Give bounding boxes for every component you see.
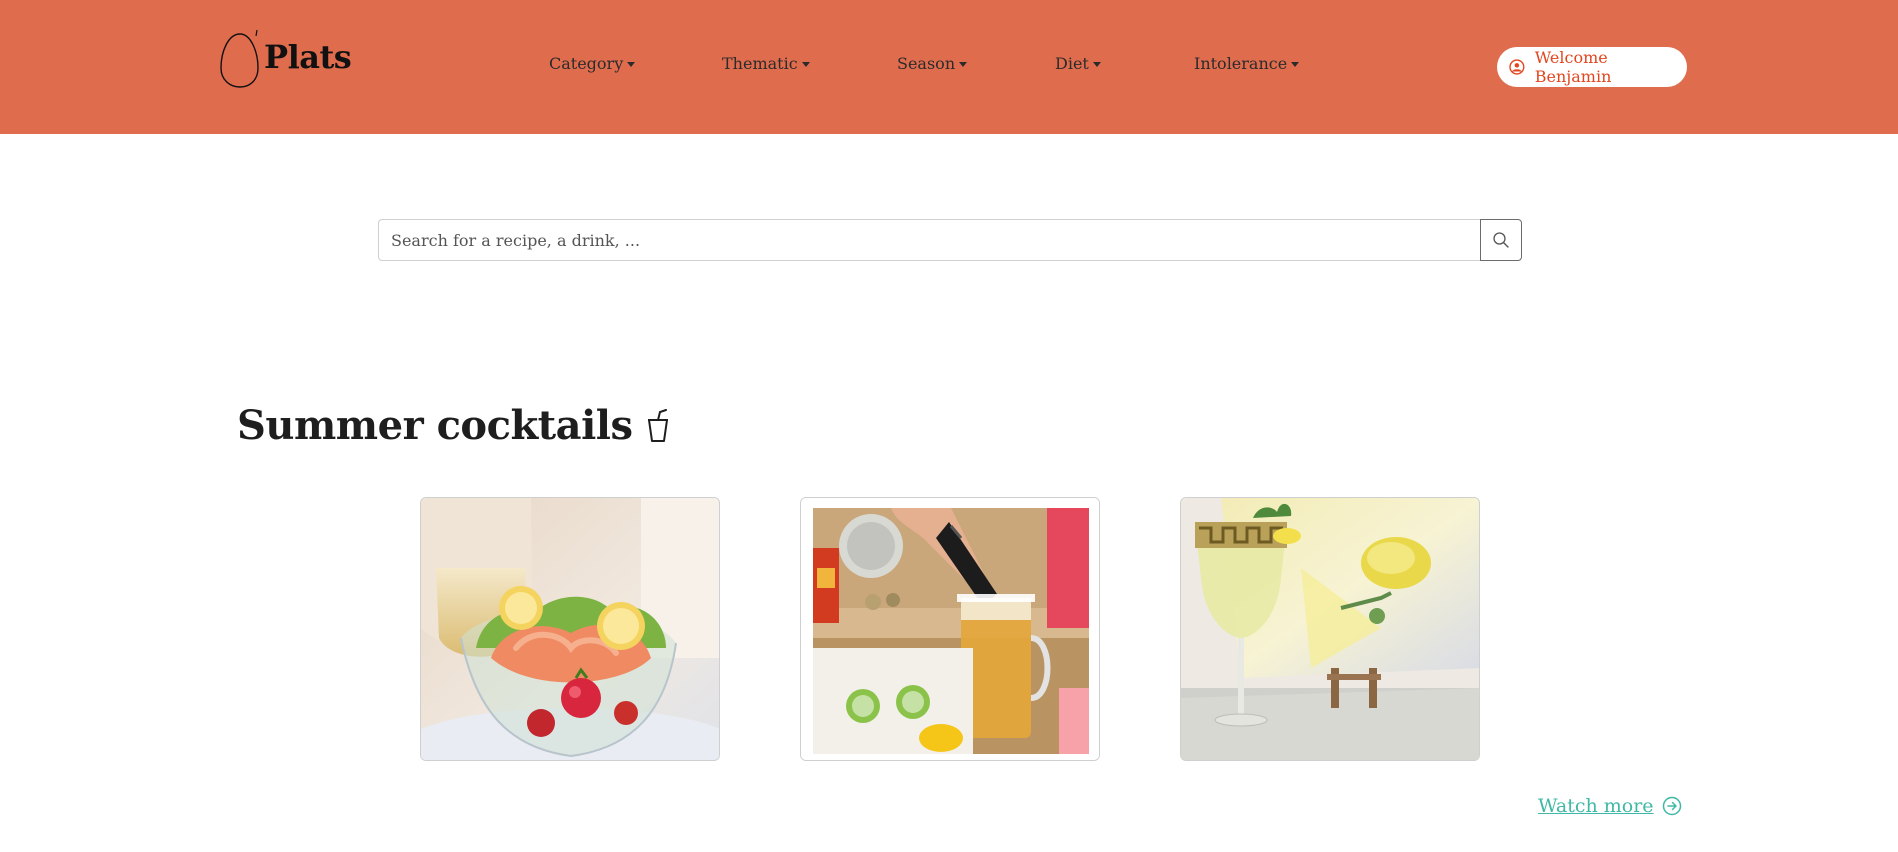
nav-intolerance-dropdown[interactable]: Intolerance [1194, 54, 1300, 73]
search-bar [378, 219, 1522, 261]
section-heading: Summer cocktails [237, 402, 670, 449]
caret-down-icon [627, 62, 636, 67]
lemonade-glass-with-painting-photo [1181, 498, 1479, 760]
nav-thematic-label: Thematic [722, 54, 798, 73]
shrimp-cocktail-photo [421, 498, 719, 760]
watch-more-link[interactable]: Watch more [1538, 795, 1682, 817]
arrow-right-circle-icon [1662, 796, 1681, 816]
nav-intolerance-label: Intolerance [1194, 54, 1288, 73]
caret-down-icon [801, 62, 810, 67]
search-button[interactable] [1480, 219, 1522, 261]
nav-diet-dropdown[interactable]: Diet [1055, 54, 1101, 73]
watch-more-label: Watch more [1538, 795, 1654, 817]
nav-diet-label: Diet [1055, 54, 1089, 73]
brand-name: Plats [264, 38, 352, 76]
search-icon [1493, 232, 1509, 248]
recipe-card[interactable] [420, 497, 720, 761]
nav-thematic-dropdown[interactable]: Thematic [722, 54, 810, 73]
section-title: Summer cocktails [237, 402, 633, 449]
caret-down-icon [959, 62, 968, 67]
welcome-user-button[interactable]: Welcome Benjamin [1497, 47, 1687, 87]
pouring-beer-michelada-photo [801, 498, 1099, 760]
recipe-card[interactable] [1180, 497, 1480, 761]
nav-category-label: Category [549, 54, 624, 73]
cup-with-straw-icon [648, 408, 669, 442]
nav-category-dropdown[interactable]: Category [549, 54, 636, 73]
nav-season-dropdown[interactable]: Season [897, 54, 968, 73]
welcome-label: Welcome Benjamin [1534, 48, 1612, 86]
search-input[interactable] [378, 219, 1480, 261]
caret-down-icon [1291, 62, 1300, 67]
navbar: Plats Category Thematic Season Diet Into… [0, 0, 1898, 134]
egg-icon [220, 29, 259, 88]
user-circle-icon [1509, 59, 1525, 75]
recipe-card[interactable] [800, 497, 1100, 761]
caret-down-icon [1092, 62, 1101, 67]
brand-logo[interactable]: Plats [220, 26, 352, 88]
nav-season-label: Season [897, 54, 956, 73]
